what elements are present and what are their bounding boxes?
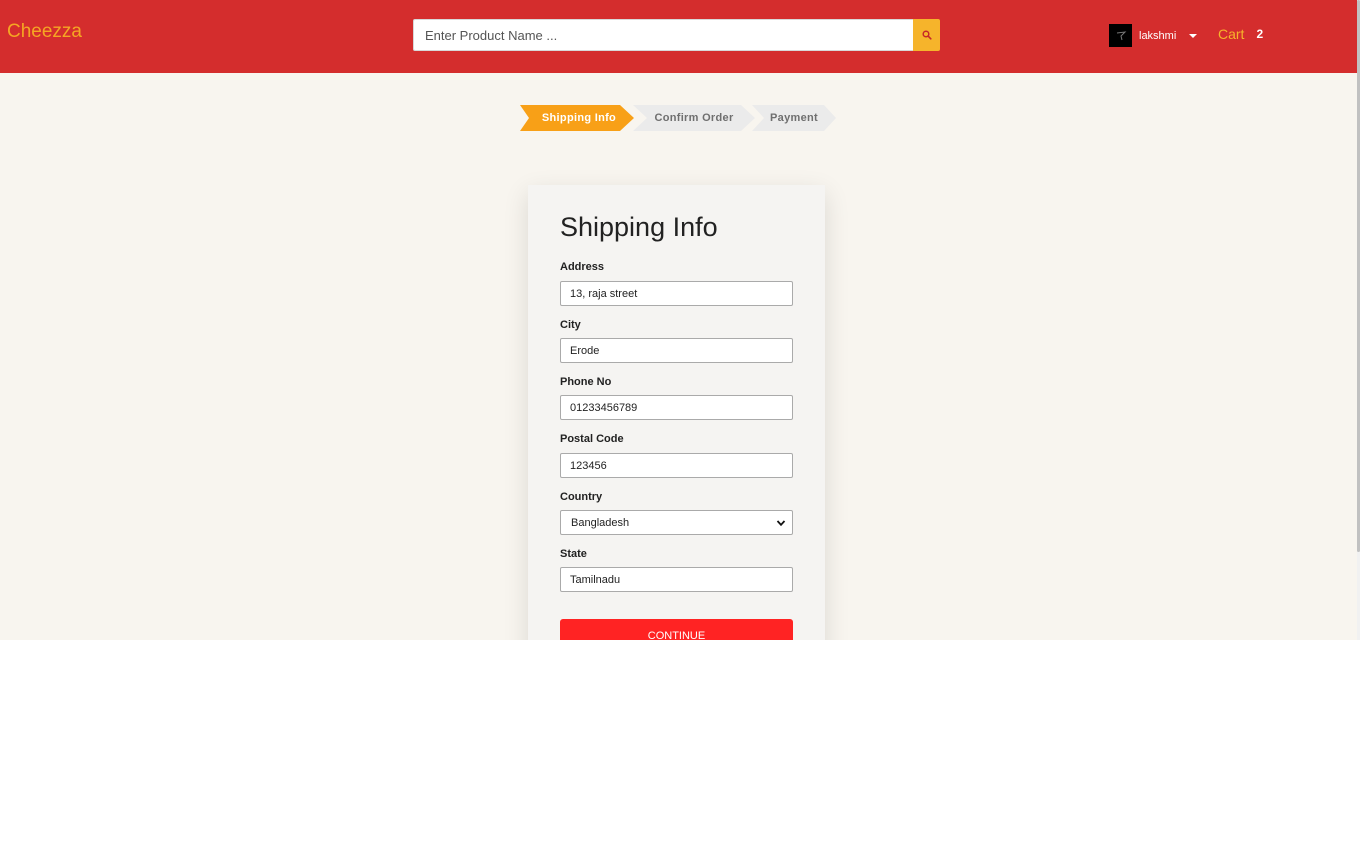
- checkout-steps: Shipping Info Confirm Order Payment: [520, 105, 836, 131]
- form-title: Shipping Info: [560, 212, 718, 242]
- user-menu[interactable]: lakshmi: [1109, 24, 1198, 47]
- brand-logo[interactable]: Cheezza: [7, 21, 82, 43]
- avatar-icon: [1116, 30, 1126, 40]
- page-viewport: Cheezza lakshmi Cart 2 Ship: [0, 0, 1360, 640]
- search-button[interactable]: [913, 19, 940, 51]
- shipping-form-card: Shipping Info Address City Phone No Post…: [528, 185, 825, 640]
- country-selected-value: Bangladesh: [571, 516, 630, 529]
- username: lakshmi: [1139, 29, 1177, 42]
- caret-down-icon: [1189, 33, 1198, 38]
- navbar: Cheezza lakshmi Cart 2: [0, 0, 1357, 73]
- cart-label: Cart: [1218, 26, 1245, 42]
- country-select[interactable]: Bangladesh: [560, 510, 793, 535]
- search-input[interactable]: [413, 19, 913, 51]
- postal-code-label: Postal Code: [560, 433, 624, 445]
- chevron-down-icon: [776, 519, 786, 526]
- step-shipping-info: Shipping Info: [520, 105, 634, 131]
- step-payment: Payment: [752, 105, 836, 131]
- address-field[interactable]: [560, 281, 793, 306]
- phone-label: Phone No: [560, 376, 612, 388]
- state-label: State: [560, 548, 587, 560]
- city-field[interactable]: [560, 338, 793, 363]
- continue-button[interactable]: CONTINUE: [560, 619, 793, 640]
- city-label: City: [560, 319, 581, 331]
- state-field[interactable]: [560, 567, 793, 592]
- phone-field[interactable]: [560, 395, 793, 420]
- search-icon: [921, 30, 932, 40]
- avatar: [1109, 24, 1132, 47]
- step-confirm-order: Confirm Order: [633, 105, 755, 131]
- search-bar: [413, 19, 940, 51]
- cart-count-badge: 2: [1256, 27, 1264, 41]
- postal-code-field[interactable]: [560, 453, 793, 478]
- cart-link[interactable]: Cart 2: [1218, 26, 1263, 42]
- country-label: Country: [560, 491, 603, 503]
- address-label: Address: [560, 261, 605, 273]
